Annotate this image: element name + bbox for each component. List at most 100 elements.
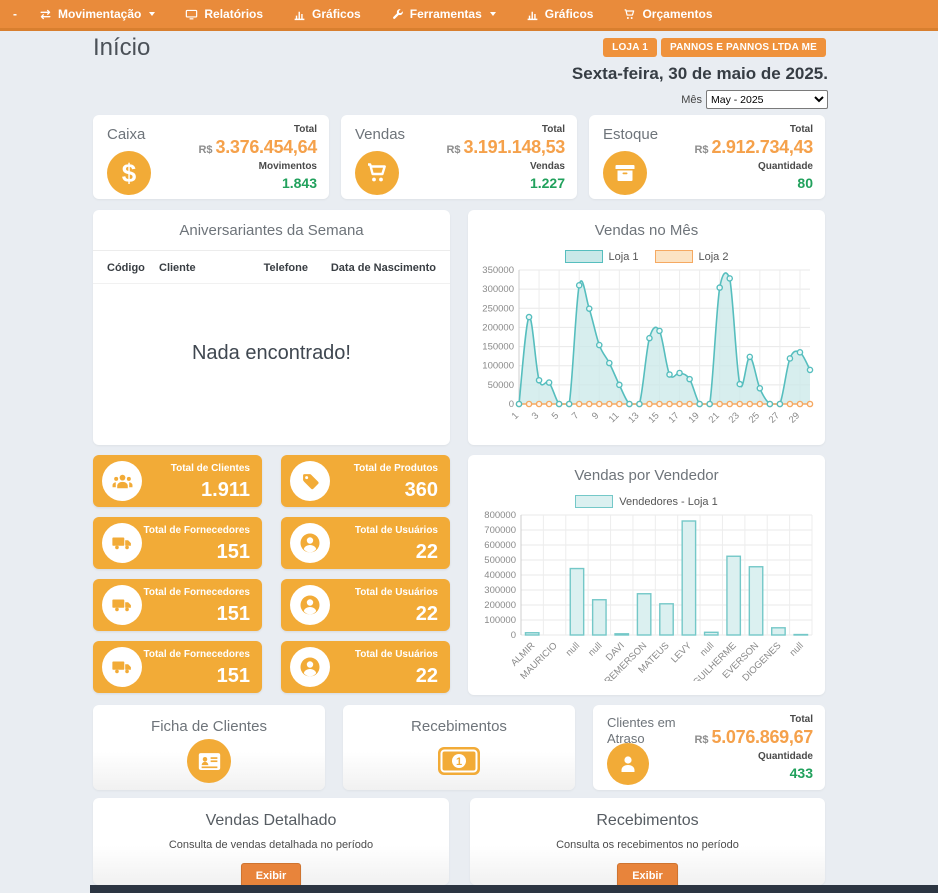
count-label: Quantidade [694,160,813,174]
stat-label: Total de Fornecedores [143,587,250,598]
column-cliente: Cliente [159,262,246,274]
svg-text:3: 3 [530,410,542,422]
month-label: Mês [681,94,702,106]
svg-text:null: null [698,640,716,658]
svg-text:11: 11 [607,410,622,425]
stat-card-clientes[interactable]: Total de Clientes 1.911 [93,455,262,507]
stat-card-produtos[interactable]: Total de Produtos 360 [281,455,450,507]
nav-item-graficos-1[interactable]: Gráficos [278,0,376,28]
svg-text:500000: 500000 [484,555,516,566]
bar-chart-icon [526,8,539,21]
vendor-sales-panel: Vendas por Vendedor Vendedores - Loja 1 … [468,455,825,695]
nav-item-movimentacao[interactable]: Movimentação [24,0,170,28]
cart-icon [355,151,399,195]
legend-swatch-loja2 [655,250,693,263]
nav-item-relatorios[interactable]: Relatórios [170,0,278,28]
tag-icon [290,461,330,501]
total-value: R$3.191.148,53 [446,137,565,160]
chart-legend: Vendedores - Loja 1 [468,495,825,508]
count-label: Vendas [446,160,565,174]
svg-text:25: 25 [747,410,762,425]
count-value: 1.843 [198,174,317,192]
nav-overflow-item[interactable]: - [6,7,24,21]
feature-card-recebimentos[interactable]: Recebimentos 1 [343,705,575,790]
date-text: Sexta-feira, 30 de maio de 2025. [572,64,828,84]
stat-card-fornecedores-2[interactable]: Total de Fornecedores 151 [93,579,262,631]
user-circle-icon [290,523,330,563]
svg-text:7: 7 [570,410,582,422]
table-header: Código Cliente Telefone Data de Nascimen… [93,251,450,284]
nav-item-graficos-2[interactable]: Gráficos [511,0,609,28]
nav-label: Ferramentas [410,7,482,21]
stat-value: 22 [416,603,438,626]
stat-card-usuarios-2[interactable]: Total de Usuários 22 [281,579,450,631]
svg-text:300000: 300000 [484,585,516,596]
svg-text:29: 29 [787,410,802,425]
stat-label: Total de Produtos [354,463,438,474]
stat-value: 151 [217,665,250,688]
stat-card-usuarios-3[interactable]: Total de Usuários 22 [281,641,450,693]
month-selector-row: Mês May - 2025 [681,90,828,109]
stat-value: 360 [405,479,438,502]
svg-text:0: 0 [509,399,514,410]
stat-label: Total de Fornecedores [143,525,250,536]
total-value: R$2.912.734,43 [694,137,813,160]
column-nascimento: Data de Nascimento [322,262,436,274]
nav-label: Gráficos [312,7,361,21]
svg-text:250000: 250000 [482,303,514,314]
legend-label: Loja 1 [609,251,639,263]
stat-card-usuarios-1[interactable]: Total de Usuários 22 [281,517,450,569]
svg-text:15: 15 [646,410,661,425]
card-title: Ficha de Clientes [93,705,325,735]
svg-text:150000: 150000 [482,342,514,353]
stat-card-fornecedores-1[interactable]: Total de Fornecedores 151 [93,517,262,569]
nav-item-orcamentos[interactable]: Orçamentos [608,0,727,28]
svg-text:13: 13 [626,410,641,425]
header-badges: LOJA 1 PANNOS E PANNOS LTDA ME [603,38,826,57]
total-value: R$5.076.869,67 [694,727,813,750]
card-subtitle: Consulta os recebimentos no período [470,839,825,851]
svg-text:9: 9 [590,410,602,422]
exchange-icon [39,8,52,21]
svg-text:1: 1 [510,410,522,422]
card-title: Estoque [603,126,658,143]
legend-swatch-loja1 [565,250,603,263]
month-select[interactable]: May - 2025 [706,90,828,109]
svg-text:400000: 400000 [484,570,516,581]
svg-text:200000: 200000 [482,322,514,333]
bar-chart-icon [293,8,306,21]
stat-value: 22 [416,541,438,564]
total-label: Total [446,123,565,137]
svg-text:100000: 100000 [482,361,514,372]
count-label: Movimentos [198,160,317,174]
svg-text:LEVY: LEVY [669,640,694,665]
summary-card-caixa: Caixa $ Total R$3.376.454,64 Movimentos … [93,115,329,199]
svg-text:350000: 350000 [482,265,514,276]
svg-text:null: null [564,640,582,658]
count-value: 80 [694,174,813,192]
chart-title: Vendas por Vendedor [468,455,825,486]
nav-item-ferramentas[interactable]: Ferramentas [376,0,511,28]
nav-label: Relatórios [204,7,263,21]
feature-card-ficha-clientes[interactable]: Ficha de Clientes [93,705,325,790]
stat-cards-grid: Total de Clientes 1.911 Total de Produto… [93,455,450,693]
store-badge: LOJA 1 [603,38,657,57]
svg-text:23: 23 [727,410,742,425]
users-icon [102,461,142,501]
shopping-cart-icon [623,8,636,21]
svg-text:21: 21 [707,410,722,425]
card-title: Recebimentos [470,798,825,830]
truck-icon [102,647,142,687]
card-title: Vendas Detalhado [93,798,449,830]
svg-text:0: 0 [511,630,516,641]
company-badge: PANNOS E PANNOS LTDA ME [661,38,826,57]
count-value: 433 [694,764,813,782]
card-subtitle: Consulta de vendas detalhada no período [93,839,449,851]
card-title: Clientes em Atraso [607,715,676,747]
stat-card-fornecedores-3[interactable]: Total de Fornecedores 151 [93,641,262,693]
svg-text:200000: 200000 [484,600,516,611]
vendor-sales-chart: 0100000200000300000400000500000600000700… [473,509,820,681]
empty-message: Nada encontrado! [93,342,450,365]
svg-text:600000: 600000 [484,540,516,551]
svg-text:27: 27 [767,410,782,425]
